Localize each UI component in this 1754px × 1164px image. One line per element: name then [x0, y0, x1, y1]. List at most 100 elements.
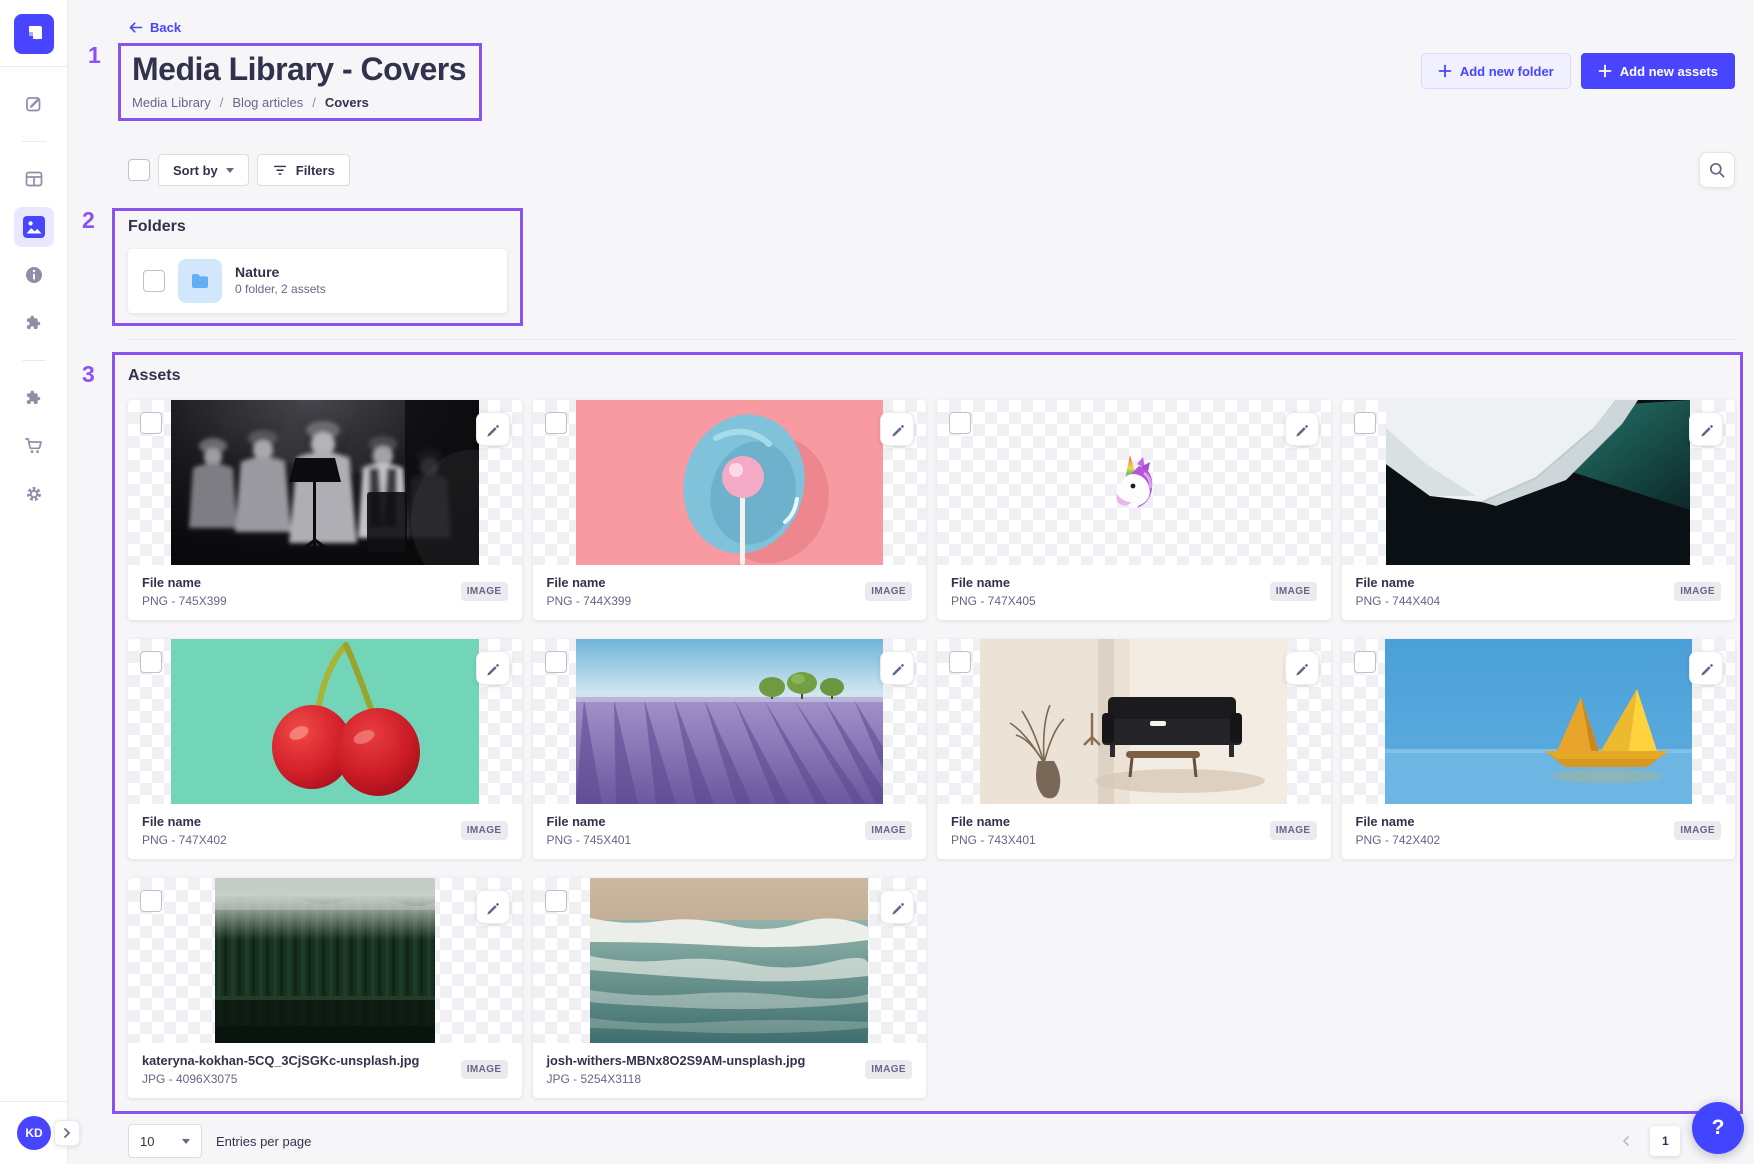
pencil-icon — [1294, 422, 1309, 437]
section-divider — [128, 339, 1735, 340]
asset-type-badge: IMAGE — [1674, 582, 1721, 601]
sidebar-item-media-library[interactable] — [14, 207, 54, 247]
edit-asset-button[interactable] — [476, 651, 510, 685]
asset-meta: PNG - 745X399 — [142, 594, 227, 608]
asset-thumbnail[interactable] — [533, 878, 927, 1043]
edit-asset-button[interactable] — [1285, 651, 1319, 685]
asset-thumbnail[interactable] — [937, 639, 1331, 804]
asset-checkbox[interactable] — [545, 651, 567, 673]
asset-name: kateryna-kokhan-5CQ_3CjSGKc-unsplash.jpg — [142, 1053, 419, 1068]
sidebar-item-plugins[interactable] — [14, 303, 54, 343]
asset-thumbnail[interactable] — [128, 639, 522, 804]
asset-thumbnail[interactable] — [1342, 639, 1736, 804]
asset-checkbox[interactable] — [140, 890, 162, 912]
previous-page-button[interactable] — [1620, 1135, 1632, 1147]
annotation-number-3: 3 — [82, 361, 95, 388]
edit-asset-button[interactable] — [880, 651, 914, 685]
select-all-checkbox[interactable] — [128, 159, 150, 181]
asset-checkbox[interactable] — [545, 890, 567, 912]
assets-section: 3 Assets — [128, 367, 1735, 1102]
asset-name: File name — [547, 575, 632, 590]
add-new-folder-label: Add new folder — [1460, 64, 1554, 79]
asset-meta: PNG - 745X401 — [547, 833, 632, 847]
strapi-logo-icon — [23, 23, 45, 45]
strapi-logo[interactable] — [14, 14, 54, 54]
asset-name: File name — [951, 575, 1036, 590]
asset-checkbox[interactable] — [1354, 412, 1376, 434]
page-title: Media Library - Covers — [132, 51, 466, 88]
pencil-icon — [1294, 661, 1309, 676]
edit-asset-button[interactable] — [476, 890, 510, 924]
asset-checkbox[interactable] — [949, 651, 971, 673]
add-new-assets-button[interactable]: Add new assets — [1581, 53, 1735, 89]
entries-per-page-select[interactable]: 10 — [128, 1124, 202, 1158]
pencil-icon — [890, 900, 905, 915]
band-photo-thumbnail — [171, 400, 479, 565]
sidebar-item-content-manager[interactable] — [14, 84, 54, 124]
add-new-folder-button[interactable]: Add new folder — [1421, 53, 1571, 89]
asset-type-badge: IMAGE — [865, 582, 912, 601]
asset-card: File name PNG - 742X402 IMAGE — [1342, 639, 1736, 859]
breadcrumb-separator: / — [312, 95, 316, 110]
folder-card[interactable]: Nature 0 folder, 2 assets — [128, 249, 507, 313]
folder-name[interactable]: Nature — [235, 264, 326, 280]
asset-checkbox[interactable] — [545, 412, 567, 434]
asset-thumbnail[interactable] — [128, 878, 522, 1043]
search-icon — [1708, 161, 1726, 179]
edit-asset-button[interactable] — [880, 412, 914, 446]
help-button[interactable]: ? — [1692, 1102, 1744, 1154]
back-link[interactable]: Back — [128, 20, 181, 35]
feather-pen-icon — [24, 94, 44, 114]
asset-thumbnail[interactable] — [1342, 400, 1736, 565]
sidebar-item-purchase[interactable] — [14, 426, 54, 466]
asset-checkbox[interactable] — [949, 412, 971, 434]
sofa-interior-thumbnail — [980, 639, 1287, 804]
iceberg-thumbnail — [1386, 400, 1690, 565]
asset-card: File name PNG - 745X401 IMAGE — [533, 639, 927, 859]
folders-heading: Folders — [128, 218, 507, 236]
edit-asset-button[interactable] — [1689, 412, 1723, 446]
filter-icon — [272, 162, 288, 178]
forest-lake-thumbnail — [215, 878, 435, 1043]
search-button[interactable] — [1699, 152, 1735, 188]
annotation-number-1: 1 — [88, 42, 101, 69]
breadcrumb-media-library[interactable]: Media Library — [132, 95, 211, 110]
edit-asset-button[interactable] — [476, 412, 510, 446]
folder-meta: 0 folder, 2 assets — [235, 282, 326, 296]
sidebar-divider — [0, 66, 67, 67]
sidebar-item-content-type-builder[interactable] — [14, 159, 54, 199]
asset-thumbnail[interactable] — [128, 400, 522, 565]
asset-card: File name PNG - 743X401 IMAGE — [937, 639, 1331, 859]
sidebar-item-marketplace[interactable] — [14, 378, 54, 418]
sidebar-item-documentation[interactable] — [14, 255, 54, 295]
edit-asset-button[interactable] — [1285, 412, 1319, 446]
asset-checkbox[interactable] — [140, 651, 162, 673]
chevron-down-icon — [226, 168, 234, 173]
edit-asset-button[interactable] — [880, 890, 914, 924]
asset-checkbox[interactable] — [1354, 651, 1376, 673]
shopping-cart-icon — [24, 436, 44, 456]
breadcrumb-blog-articles[interactable]: Blog articles — [232, 95, 303, 110]
filters-button[interactable]: Filters — [257, 154, 350, 186]
asset-card: File name PNG - 745X399 IMAGE — [128, 400, 522, 620]
assets-grid: File name PNG - 745X399 IMAGE File name — [128, 400, 1735, 1098]
asset-meta: JPG - 5254X3118 — [547, 1072, 806, 1086]
sort-by-button[interactable]: Sort by — [158, 154, 249, 186]
asset-thumbnail[interactable] — [533, 639, 927, 804]
asset-thumbnail[interactable] — [533, 400, 927, 565]
sidebar-expand-button[interactable] — [54, 1120, 80, 1146]
edit-asset-button[interactable] — [1689, 651, 1723, 685]
page-1-button[interactable]: 1 — [1650, 1126, 1680, 1156]
asset-name: File name — [951, 814, 1036, 829]
asset-meta: PNG - 742X402 — [1356, 833, 1441, 847]
avatar[interactable]: KD — [17, 1116, 51, 1150]
asset-checkbox[interactable] — [140, 412, 162, 434]
pencil-icon — [890, 661, 905, 676]
entries-per-page-label: Entries per page — [216, 1134, 311, 1149]
sort-by-label: Sort by — [173, 163, 218, 178]
chevron-down-icon — [182, 1139, 190, 1144]
asset-thumbnail[interactable] — [937, 400, 1331, 565]
sidebar-item-settings[interactable] — [14, 474, 54, 514]
folder-checkbox[interactable] — [143, 270, 165, 292]
breadcrumb-current: Covers — [325, 95, 369, 110]
